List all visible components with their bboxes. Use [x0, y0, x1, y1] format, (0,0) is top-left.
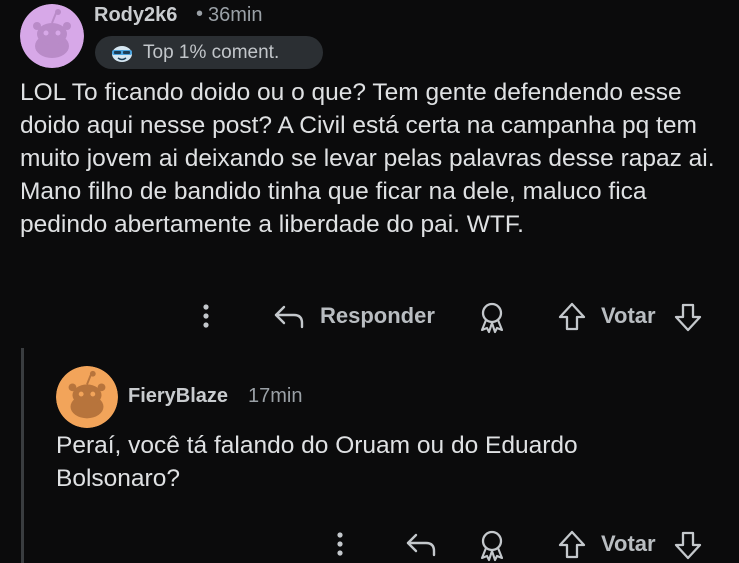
comment-timestamp: 17min — [248, 385, 303, 407]
downvote-button[interactable] — [672, 528, 704, 562]
top-commenter-badge-icon — [112, 45, 132, 62]
comment-author[interactable]: Rody2k6 — [94, 4, 177, 27]
award-icon — [480, 302, 504, 334]
award-button[interactable] — [476, 300, 508, 334]
downvote-icon — [674, 303, 702, 332]
reply-icon — [274, 305, 304, 329]
reply-button[interactable] — [404, 528, 438, 560]
vote-label: Votar — [601, 531, 656, 556]
comment-author[interactable]: FieryBlaze — [128, 385, 228, 408]
comment-body: Peraí, você tá falando do Oruam ou do Ed… — [56, 432, 578, 492]
more-options-button[interactable] — [330, 530, 350, 560]
more-options-button[interactable] — [196, 302, 216, 332]
reply-button[interactable]: Responder — [272, 300, 435, 332]
upvote-icon — [558, 530, 586, 559]
reply-label: Responder — [320, 303, 435, 328]
top-commenter-badge[interactable]: Top 1% coment. — [95, 36, 323, 69]
award-icon — [480, 530, 504, 562]
more-options-icon — [203, 304, 209, 328]
snoo-avatar-icon — [20, 4, 84, 68]
vote-label: Votar — [601, 303, 656, 328]
thread-line[interactable] — [21, 348, 24, 563]
badge-label: Top 1% coment. — [143, 41, 280, 63]
reply-icon — [406, 533, 436, 557]
upvote-button[interactable] — [556, 300, 588, 334]
downvote-button[interactable] — [672, 300, 704, 334]
downvote-icon — [674, 531, 702, 560]
comment-thread: Rody2k6 • 36min Top 1% coment. LOL To fi… — [0, 0, 739, 563]
award-button[interactable] — [476, 528, 508, 562]
comment-body: LOL To ficando doido ou o que? Tem gente… — [20, 79, 715, 238]
meta-separator: • — [196, 3, 204, 25]
more-options-icon — [337, 532, 343, 556]
avatar[interactable] — [56, 366, 118, 428]
comment-timestamp: 36min — [208, 4, 263, 26]
upvote-icon — [558, 302, 586, 331]
snoo-avatar-icon — [56, 366, 118, 428]
avatar[interactable] — [20, 4, 84, 68]
upvote-button[interactable] — [556, 528, 588, 562]
